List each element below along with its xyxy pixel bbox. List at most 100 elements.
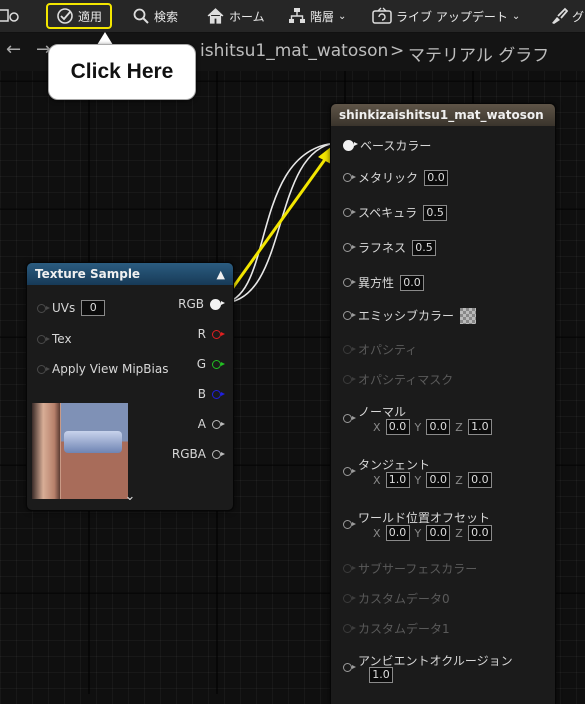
r-label: R xyxy=(197,327,206,341)
rgb-label: RGB xyxy=(178,297,204,311)
input-pin-icon xyxy=(343,564,356,573)
uvs-pin[interactable]: UVs 0 xyxy=(37,300,106,316)
tangent-y-value[interactable]: 0.0 xyxy=(426,472,451,488)
specular-value[interactable]: 0.5 xyxy=(423,204,448,221)
x-label: X xyxy=(373,473,381,487)
input-pin-icon[interactable] xyxy=(343,173,356,182)
rgba-label: RGBA xyxy=(171,447,206,461)
ao-value[interactable]: 1.0 xyxy=(369,667,393,683)
subsurface-color-pin: サブサーフェスカラー xyxy=(343,560,477,577)
tex-pin[interactable]: Tex xyxy=(37,332,72,346)
input-pin-icon[interactable] xyxy=(343,140,358,151)
input-pin-icon[interactable] xyxy=(343,243,356,252)
tangent-xyz: X 1.0 Y 0.0 Z 0.0 xyxy=(373,472,492,488)
emissive-label: エミッシブカラー xyxy=(358,309,455,323)
a-output-pin[interactable]: A xyxy=(197,417,225,431)
output-pin-icon[interactable] xyxy=(212,359,225,369)
custom-data0-pin: カスタムデータ0 xyxy=(343,590,450,607)
r-output-pin[interactable]: R xyxy=(197,327,225,341)
color-swatch[interactable] xyxy=(460,307,477,324)
normal-label: ノーマル xyxy=(358,405,407,419)
collapse-icon[interactable]: ▲ xyxy=(217,268,225,281)
output-pin-icon[interactable] xyxy=(212,389,225,399)
ao-value-wrap: 1.0 xyxy=(369,667,393,683)
wpo-xyz: X 0.0 Y 0.0 Z 0.0 xyxy=(373,525,492,541)
g-label: G xyxy=(196,357,206,371)
input-pin-icon xyxy=(343,594,356,603)
wpo-z-value[interactable]: 0.0 xyxy=(467,525,492,541)
output-pin-icon[interactable] xyxy=(210,298,225,310)
input-pin-icon[interactable] xyxy=(343,311,356,320)
texture-node-header[interactable]: Texture Sample ▲ xyxy=(27,263,233,285)
z-label: Z xyxy=(455,526,463,540)
texture-thumbnail xyxy=(32,403,128,499)
subsurface-label: サブサーフェスカラー xyxy=(358,562,478,576)
input-pin-icon[interactable] xyxy=(343,663,356,672)
base-color-pin[interactable]: ベースカラー xyxy=(343,137,431,154)
metallic-pin[interactable]: メタリック 0.0 xyxy=(343,169,449,186)
input-pin-icon[interactable] xyxy=(343,278,356,287)
wpo-y-value[interactable]: 0.0 xyxy=(426,525,451,541)
mipbias-pin[interactable]: Apply View MipBias xyxy=(37,362,168,376)
rgba-output-pin[interactable]: RGBA xyxy=(171,447,225,461)
opacity-mask-label: オパシティマスク xyxy=(358,373,454,387)
specular-pin[interactable]: スペキュラ 0.5 xyxy=(343,204,448,221)
b-output-pin[interactable]: B xyxy=(197,387,225,401)
wpo-label: ワールド位置オフセット xyxy=(358,511,491,525)
normal-xyz: X 0.0 Y 0.0 Z 1.0 xyxy=(373,419,492,435)
input-pin-icon[interactable] xyxy=(343,208,356,217)
input-pin-icon[interactable] xyxy=(343,467,356,476)
b-label: B xyxy=(197,387,206,401)
uvs-label: UVs xyxy=(52,301,76,315)
uvs-value[interactable]: 0 xyxy=(81,300,106,316)
chevron-down-icon[interactable]: ⌄ xyxy=(27,489,233,504)
normal-x-value[interactable]: 0.0 xyxy=(385,419,410,435)
output-pin-icon[interactable] xyxy=(212,449,225,459)
wpo-x-value[interactable]: 0.0 xyxy=(385,525,410,541)
anisotropy-pin[interactable]: 異方性 0.0 xyxy=(343,274,425,291)
tangent-z-value[interactable]: 0.0 xyxy=(467,472,492,488)
normal-z-value[interactable]: 1.0 xyxy=(467,419,492,435)
z-label: Z xyxy=(455,473,463,487)
custom-data1-pin: カスタムデータ1 xyxy=(343,620,450,637)
y-label: Y xyxy=(414,526,422,540)
mipbias-label: Apply View MipBias xyxy=(52,362,169,376)
yellow-arrow-icon xyxy=(222,143,336,301)
roughness-value[interactable]: 0.5 xyxy=(412,239,437,256)
material-result-node[interactable]: shinkizaishitsu1_mat_watoson ベースカラー メタリッ… xyxy=(330,103,556,704)
tangent-label: タンジェント xyxy=(358,458,431,472)
roughness-pin[interactable]: ラフネス 0.5 xyxy=(343,239,437,256)
output-pin-icon[interactable] xyxy=(212,419,225,429)
texture-sample-node[interactable]: Texture Sample ▲ UVs 0 Tex Apply View Mi… xyxy=(26,262,234,511)
roughness-label: ラフネス xyxy=(358,241,407,255)
input-pin-icon[interactable] xyxy=(343,414,356,423)
input-pin-icon xyxy=(343,375,356,384)
opacity-pin: オパシティ xyxy=(343,341,417,358)
material-node-title: shinkizaishitsu1_mat_watoson xyxy=(339,108,544,122)
input-pin-icon[interactable] xyxy=(343,520,356,529)
rgb-output-pin[interactable]: RGB xyxy=(178,297,225,311)
input-pin-icon xyxy=(343,345,356,354)
input-pin-icon[interactable] xyxy=(37,334,50,344)
output-pin-icon[interactable] xyxy=(212,329,225,339)
z-label: Z xyxy=(455,420,463,434)
anisotropy-label: 異方性 xyxy=(358,276,395,290)
emissive-color-pin[interactable]: エミッシブカラー xyxy=(343,307,477,324)
metallic-value[interactable]: 0.0 xyxy=(424,169,449,186)
material-node-header[interactable]: shinkizaishitsu1_mat_watoson xyxy=(331,104,555,126)
input-pin-icon[interactable] xyxy=(37,303,50,313)
a-label: A xyxy=(197,417,206,431)
anisotropy-value[interactable]: 0.0 xyxy=(400,274,425,291)
x-label: X xyxy=(373,420,381,434)
x-label: X xyxy=(373,526,381,540)
metallic-label: メタリック xyxy=(358,171,419,185)
custom-data0-label: カスタムデータ0 xyxy=(358,592,450,606)
base-color-label: ベースカラー xyxy=(360,139,432,153)
tex-label: Tex xyxy=(52,332,72,346)
g-output-pin[interactable]: G xyxy=(196,357,225,371)
input-pin-icon[interactable] xyxy=(37,364,50,374)
tangent-x-value[interactable]: 1.0 xyxy=(385,472,410,488)
texture-node-title: Texture Sample xyxy=(35,267,141,281)
normal-y-value[interactable]: 0.0 xyxy=(426,419,451,435)
y-label: Y xyxy=(414,420,422,434)
